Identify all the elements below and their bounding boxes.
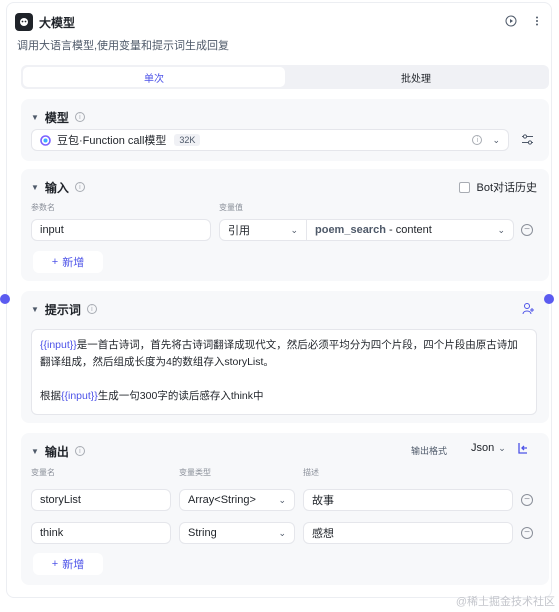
- watermark: @稀土掘金技术社区: [455, 596, 555, 608]
- model-logo-icon: [40, 134, 51, 146]
- chevron-down-icon: ⌄: [278, 527, 286, 538]
- var-desc-header: 描述: [303, 468, 319, 477]
- chevron-down-icon: ⌄: [498, 442, 506, 453]
- more-icon[interactable]: [531, 15, 543, 30]
- chevron-down-icon[interactable]: ⌄: [492, 135, 500, 146]
- tab-single[interactable]: 单次: [23, 67, 285, 87]
- run-icon[interactable]: [505, 15, 517, 30]
- prompt-text: 生成一句300字的读后感存入think中: [97, 390, 264, 402]
- add-input-button[interactable]: + 新增: [33, 251, 103, 273]
- param-value-header: 变量值: [219, 203, 243, 212]
- variable-reference-select[interactable]: poem_search - content ⌄: [306, 219, 514, 241]
- output-var-type-select[interactable]: String ⌄: [179, 522, 295, 544]
- model-info-icon[interactable]: i: [472, 135, 483, 145]
- remove-input-icon[interactable]: −: [521, 224, 533, 236]
- import-icon[interactable]: [517, 442, 529, 457]
- input-section-title: 输入: [44, 180, 69, 195]
- collapse-caret-icon[interactable]: ▼: [31, 183, 39, 192]
- prompt-variable: {{input}}: [61, 390, 98, 402]
- ref-node-name: poem_search: [315, 224, 386, 236]
- node-title[interactable]: 大模型: [39, 14, 75, 31]
- bot-history-toggle[interactable]: Bot对话历史: [459, 179, 537, 195]
- output-format-label: 输出格式: [411, 446, 448, 456]
- context-badge: 32K: [174, 134, 201, 146]
- output-var-name-input[interactable]: storyList: [31, 489, 171, 511]
- plus-icon: +: [51, 256, 59, 268]
- bot-history-label: Bot对话历史: [476, 182, 537, 194]
- llm-node-icon: [15, 13, 33, 31]
- info-icon[interactable]: i: [74, 182, 85, 192]
- add-input-label: 新增: [62, 257, 85, 269]
- param-name-header: 参数名: [31, 203, 55, 212]
- model-section: ▼ 模型 i 豆包·Function call模型 32K i ⌄: [21, 99, 549, 161]
- output-format-select[interactable]: Json ⌄: [471, 442, 506, 454]
- remove-output-icon[interactable]: −: [521, 494, 533, 506]
- output-section: ▼ 输出 i 输出格式 Json ⌄ 变量名 变量类型 描述 storyList…: [21, 433, 549, 585]
- chevron-down-icon: ⌄: [290, 224, 298, 235]
- prompt-line-1: {{input}}是一首古诗词，首先将古诗词翻译成现代文，然后必须平均分为四个片…: [40, 337, 528, 371]
- value-mode-select[interactable]: 引用 ⌄: [219, 219, 307, 241]
- collapse-caret-icon[interactable]: ▼: [31, 305, 39, 314]
- add-output-button[interactable]: + 新增: [33, 553, 103, 575]
- node-description: 调用大语言模型,使用变量和提示词生成回复: [17, 40, 230, 52]
- prompt-text: 根据: [40, 390, 61, 402]
- output-var-desc-input[interactable]: 感想: [303, 522, 513, 544]
- ref-field-name: content: [395, 224, 432, 236]
- ref-separator: -: [385, 224, 396, 236]
- var-name-header: 变量名: [31, 468, 55, 477]
- prompt-section: ▼ 提示词 i {{input}}是一首古诗词，首先将古诗词翻译成现代文，然后必…: [21, 291, 549, 423]
- plus-icon: +: [51, 558, 59, 570]
- prompt-variable: {{input}}: [40, 339, 77, 351]
- tab-batch[interactable]: 批处理: [285, 67, 547, 87]
- input-section: ▼ 输入 i Bot对话历史 参数名 变量值 input 引用 ⌄ poem_s…: [21, 169, 549, 281]
- bot-history-checkbox[interactable]: [459, 181, 471, 193]
- run-mode-tabs: 单次 批处理: [21, 65, 549, 89]
- remove-output-icon[interactable]: −: [521, 527, 533, 539]
- param-name-input[interactable]: input: [31, 219, 211, 241]
- model-select[interactable]: 豆包·Function call模型 32K i ⌄: [31, 129, 509, 151]
- output-port-handle[interactable]: [544, 294, 554, 304]
- info-icon[interactable]: i: [86, 304, 97, 314]
- model-settings-icon[interactable]: [521, 133, 534, 149]
- add-output-label: 新增: [62, 559, 85, 571]
- chevron-down-icon: ⌄: [278, 494, 286, 505]
- prompt-text: 是一首古诗词，首先将古诗词翻译成现代文，然后必须平均分为四个片段，四个片段由原古…: [40, 339, 518, 368]
- prompt-line-2: 根据{{input}}生成一句300字的读后感存入think中: [40, 388, 528, 405]
- var-type-header: 变量类型: [179, 468, 211, 477]
- output-var-name-input[interactable]: think: [31, 522, 171, 544]
- output-section-title: 输出: [44, 444, 69, 459]
- collapse-caret-icon[interactable]: ▼: [31, 447, 39, 456]
- info-icon[interactable]: i: [74, 446, 85, 456]
- chevron-down-icon: ⌄: [497, 224, 505, 235]
- model-section-title: 模型: [44, 110, 69, 125]
- llm-node-card[interactable]: 大模型 调用大语言模型,使用变量和提示词生成回复 单次 批处理 ▼ 模型 i 豆…: [6, 2, 552, 598]
- output-var-type-value: String: [188, 527, 217, 539]
- selected-model-name: 豆包·Function call模型: [57, 135, 167, 147]
- node-header: 大模型: [15, 11, 543, 33]
- output-var-type-value: Array<String>: [188, 494, 256, 506]
- value-mode-label: 引用: [228, 225, 250, 237]
- output-var-desc-input[interactable]: 故事: [303, 489, 513, 511]
- collapse-caret-icon[interactable]: ▼: [31, 113, 39, 122]
- output-format-value: Json: [471, 442, 495, 454]
- prompt-editor[interactable]: {{input}}是一首古诗词，首先将古诗词翻译成现代文，然后必须平均分为四个片…: [31, 329, 537, 415]
- input-port-handle[interactable]: [0, 294, 10, 304]
- output-var-type-select[interactable]: Array<String> ⌄: [179, 489, 295, 511]
- variable-insert-icon[interactable]: [522, 302, 535, 318]
- info-icon[interactable]: i: [74, 112, 85, 122]
- prompt-section-title: 提示词: [44, 302, 81, 317]
